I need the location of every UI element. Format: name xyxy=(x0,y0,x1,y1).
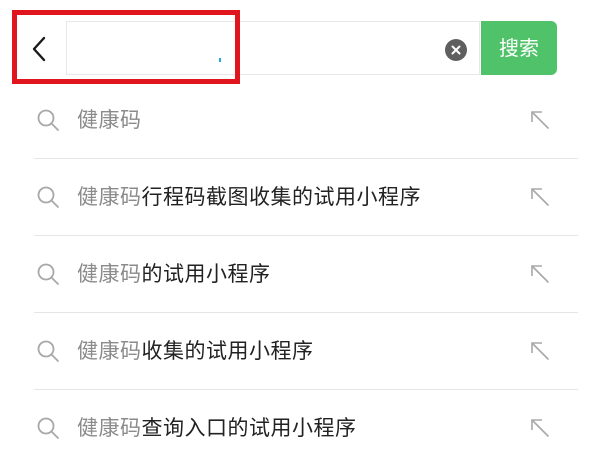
suggestion-match-text: 健康码 xyxy=(77,262,142,286)
back-button[interactable] xyxy=(26,34,56,64)
search-icon xyxy=(37,417,59,439)
suggestion-match-text: 健康码 xyxy=(77,416,142,440)
chevron-left-icon xyxy=(32,36,46,62)
search-button[interactable]: 搜索 xyxy=(481,21,557,75)
fill-into-search-arrow-icon[interactable] xyxy=(528,185,552,209)
fill-into-search-arrow-icon[interactable] xyxy=(528,262,552,286)
suggestion-text: 健康码收集的试用小程序 xyxy=(77,313,314,390)
search-icon xyxy=(37,109,59,131)
suggestion-text: 健康码的试用小程序 xyxy=(77,236,271,313)
fill-into-search-arrow-icon[interactable] xyxy=(528,416,552,440)
suggestion-match-text: 健康码 xyxy=(77,185,142,209)
suggestion-text: 健康码 xyxy=(77,82,142,159)
suggestion-text: 健康码行程码截图收集的试用小程序 xyxy=(77,159,421,236)
fill-into-search-arrow-icon[interactable] xyxy=(528,339,552,363)
search-icon xyxy=(37,186,59,208)
search-box[interactable] xyxy=(66,21,480,75)
suggestion-rest-text: 查询入口的试用小程序 xyxy=(141,416,357,440)
fill-into-search-arrow-icon[interactable] xyxy=(528,108,552,132)
text-cursor xyxy=(219,58,221,62)
search-icon xyxy=(37,263,59,285)
suggestion-rest-text: 行程码截图收集的试用小程序 xyxy=(141,185,421,209)
suggestion-item[interactable]: 健康码行程码截图收集的试用小程序 xyxy=(0,159,600,236)
suggestion-rest-text: 收集的试用小程序 xyxy=(141,339,314,363)
suggestion-text: 健康码查询入口的试用小程序 xyxy=(77,390,357,467)
suggestion-item[interactable]: 健康码的试用小程序 xyxy=(0,236,600,313)
suggestion-rest-text: 的试用小程序 xyxy=(141,262,271,286)
suggestion-match-text: 健康码 xyxy=(77,108,142,132)
search-header: 搜索 xyxy=(0,0,600,92)
search-icon xyxy=(37,340,59,362)
clear-circle-icon xyxy=(451,45,461,55)
search-input[interactable] xyxy=(67,22,427,74)
suggestion-match-text: 健康码 xyxy=(77,339,142,363)
clear-button[interactable] xyxy=(445,39,467,61)
suggestion-list: 健康码 健康码行程码截图收集的试用小程序 健康码的试用小程序 健康码收集的试用小… xyxy=(0,82,600,467)
suggestion-item[interactable]: 健康码查询入口的试用小程序 xyxy=(0,390,600,467)
suggestion-item[interactable]: 健康码收集的试用小程序 xyxy=(0,313,600,390)
suggestion-item[interactable]: 健康码 xyxy=(0,82,600,159)
